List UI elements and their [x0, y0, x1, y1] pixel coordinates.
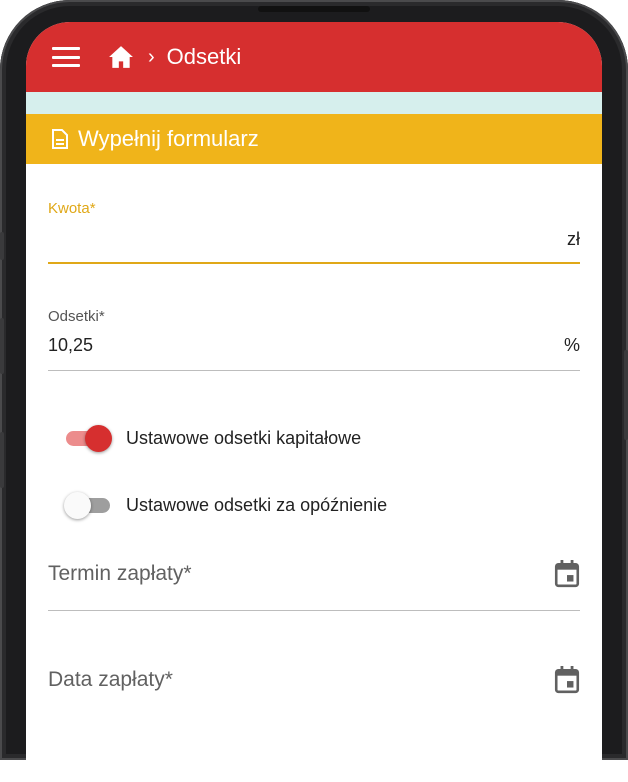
phone-side-button — [0, 232, 4, 260]
phone-side-button — [0, 318, 4, 374]
due-date-field[interactable]: Termin zapłaty* — [48, 554, 580, 614]
payment-date-field[interactable]: Data zapłaty* — [48, 660, 580, 710]
capital-interest-switch[interactable] — [64, 423, 114, 453]
interest-underline — [48, 370, 580, 371]
interest-value[interactable]: 10,25 — [48, 335, 93, 356]
due-date-underline — [48, 610, 580, 611]
payment-date-row[interactable]: Data zapłaty* — [48, 664, 580, 696]
breadcrumb-separator: › — [148, 46, 155, 68]
calendar-icon[interactable] — [554, 560, 580, 588]
due-date-row[interactable]: Termin zapłaty* — [48, 558, 580, 590]
toggle-late-interest[interactable]: Ustawowe odsetki za opóźnienie — [64, 490, 387, 520]
form-header-title: Wypełnij formularz — [78, 126, 259, 151]
interest-label: Odsetki* — [48, 308, 105, 325]
form-header: Wypełnij formularz — [26, 114, 602, 164]
app-screen: › Odsetki Wypełnij formularz Kwota* zł O… — [26, 22, 602, 782]
interest-field[interactable]: Odsetki* 10,25 % — [48, 308, 580, 374]
phone-notch — [258, 6, 370, 12]
app-bar: › Odsetki — [26, 22, 602, 92]
due-date-placeholder: Termin zapłaty* — [48, 562, 192, 585]
amount-label: Kwota* — [48, 200, 96, 217]
page-title: Odsetki — [166, 44, 242, 69]
interest-input-row[interactable]: 10,25 % — [48, 332, 580, 358]
amount-underline — [48, 262, 580, 264]
late-interest-switch[interactable] — [64, 490, 114, 520]
payment-date-placeholder: Data zapłaty* — [48, 668, 173, 691]
calendar-icon[interactable] — [554, 666, 580, 694]
capital-interest-label: Ustawowe odsetki kapitałowe — [126, 427, 362, 448]
amount-suffix: zł — [567, 228, 580, 249]
phone-power-button — [624, 350, 628, 440]
document-icon — [52, 129, 68, 149]
interest-suffix: % — [563, 334, 580, 355]
amount-input-row[interactable]: zł — [48, 226, 580, 252]
phone-frame: › Odsetki Wypełnij formularz Kwota* zł O… — [0, 0, 628, 782]
toggle-capital-interest[interactable]: Ustawowe odsetki kapitałowe — [64, 423, 361, 453]
phone-side-button — [0, 432, 4, 488]
menu-icon[interactable] — [52, 47, 80, 67]
amount-field[interactable]: Kwota* zł — [48, 200, 580, 268]
home-icon[interactable] — [108, 45, 134, 69]
late-interest-label: Ustawowe odsetki za opóźnienie — [126, 494, 388, 515]
top-strip — [26, 92, 602, 114]
